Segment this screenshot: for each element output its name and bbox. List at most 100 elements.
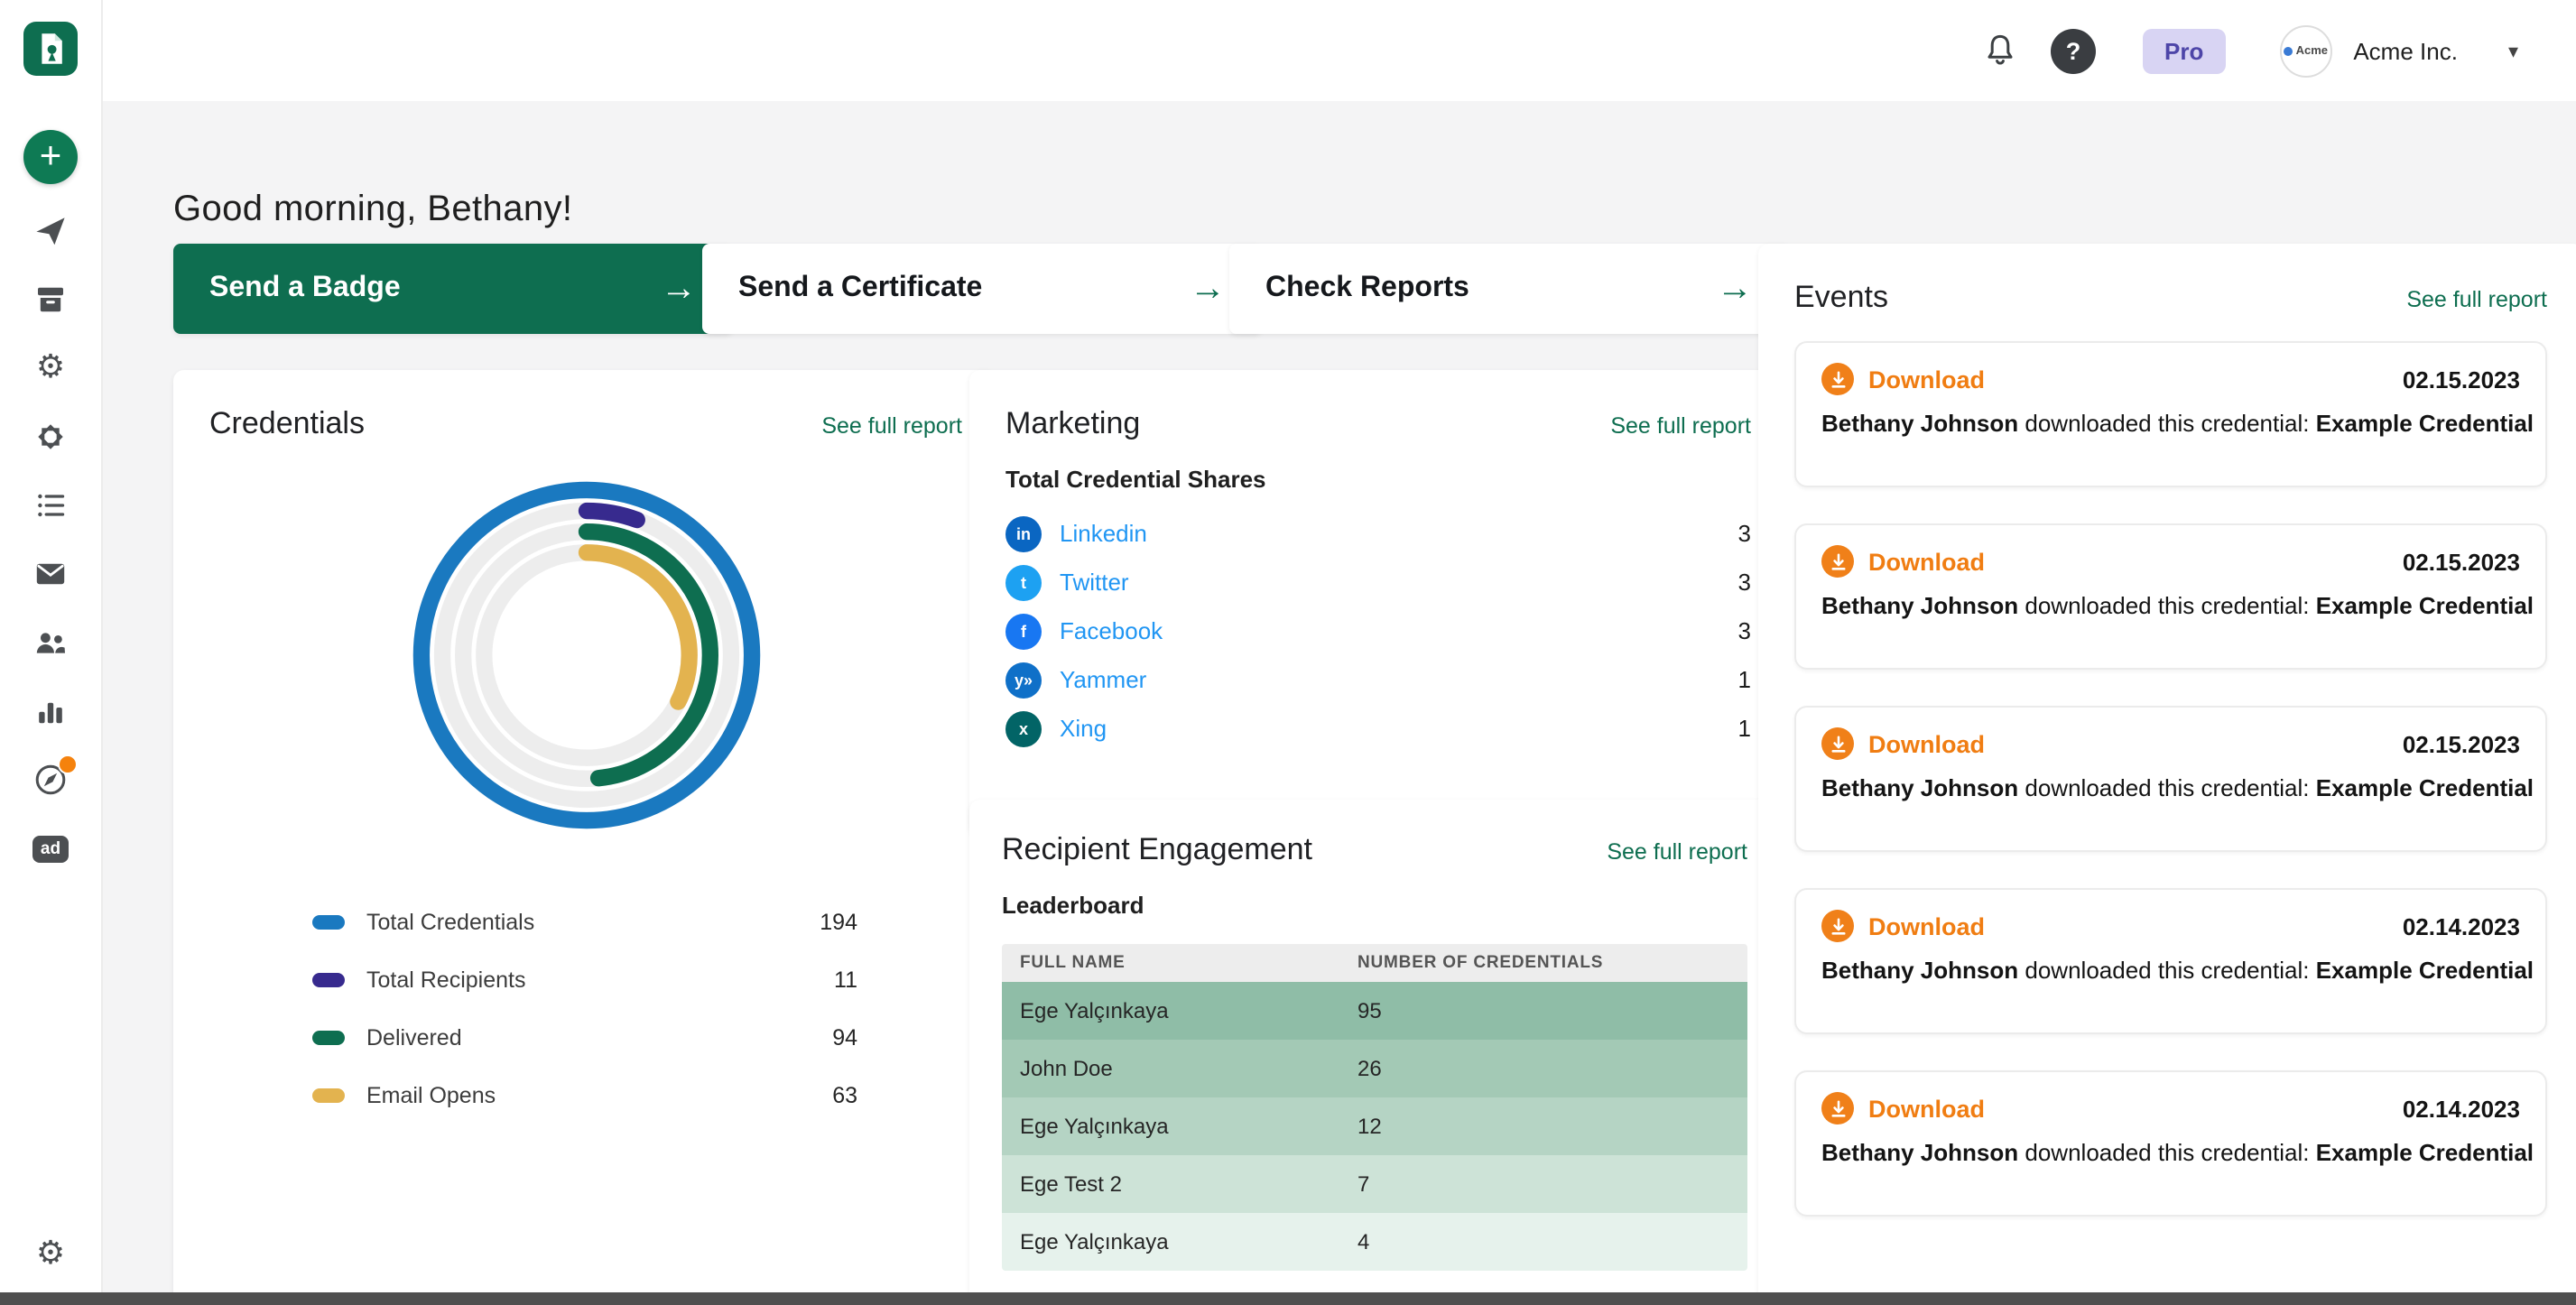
legend-item: Total Recipients 11: [312, 951, 857, 1009]
sidebar-item-delivery[interactable]: [29, 278, 72, 321]
event-date: 02.15.2023: [2403, 366, 2520, 393]
leaderboard-table: FULL NAME NUMBER OF CREDENTIALS Ege Yalç…: [1002, 944, 1747, 1271]
notifications-button[interactable]: [1982, 32, 2018, 69]
certificate-logo-icon: [29, 27, 72, 70]
share-count: 3: [1738, 569, 1751, 596]
legend-swatch-total-recipients: [312, 973, 345, 987]
legend-swatch-email-opens: [312, 1088, 345, 1103]
leaderboard-label: Leaderboard: [1002, 892, 1747, 919]
sidebar-item-send[interactable]: [29, 209, 72, 253]
credentials-card: Credentials See full report Total Creden…: [173, 370, 998, 1305]
legend-label: Total Recipients: [366, 967, 526, 993]
sidebar-item-integrations[interactable]: [29, 758, 72, 801]
people-icon: [32, 625, 69, 661]
sidebar-item-ads[interactable]: ad: [29, 827, 72, 870]
org-avatar[interactable]: Acme: [2279, 24, 2331, 77]
help-button[interactable]: ?: [2051, 28, 2096, 73]
main-content: Good morning, Bethany! Send a Badge → Se…: [101, 101, 2576, 1305]
xing-link[interactable]: Xing: [1060, 715, 1107, 742]
event-description: Bethany Johnson downloaded this credenti…: [1821, 1139, 2520, 1166]
pro-badge-button[interactable]: Pro: [2143, 28, 2225, 73]
check-reports-label: Check Reports: [1265, 273, 1469, 305]
facebook-icon: f: [1005, 613, 1042, 649]
legend-value: 194: [820, 910, 857, 935]
sidebar-item-designs[interactable]: ⚙: [29, 347, 72, 390]
event-actor: Bethany Johnson: [1821, 1139, 2018, 1166]
sidebar-item-analytics[interactable]: [29, 690, 72, 733]
download-link[interactable]: Download: [1868, 1095, 1985, 1122]
sidebar-item-details[interactable]: [29, 484, 72, 527]
send-certificate-button[interactable]: Send a Certificate →: [702, 244, 1262, 334]
send-badge-label: Send a Badge: [209, 273, 401, 305]
donut-chart-svg: [394, 464, 777, 847]
event-description: Bethany Johnson downloaded this credenti…: [1821, 774, 2520, 801]
event-date: 02.15.2023: [2403, 730, 2520, 757]
engagement-see-full-report-link[interactable]: See full report: [1607, 839, 1747, 865]
xing-icon: x: [1005, 710, 1042, 746]
app-logo-icon[interactable]: [23, 22, 78, 76]
row-name: Ege Yalçınkaya: [1020, 998, 1357, 1023]
facebook-link[interactable]: Facebook: [1060, 617, 1163, 644]
sidebar-item-settings[interactable]: ⚙: [29, 1233, 72, 1276]
acme-mini-logo: Acme: [2284, 44, 2328, 57]
sidebar: + ⚙: [0, 0, 103, 1305]
org-name[interactable]: Acme Inc.: [2353, 37, 2458, 64]
event-description: Bethany Johnson downloaded this credenti…: [1821, 410, 2520, 437]
row-count: 12: [1357, 1114, 1729, 1139]
marketing-see-full-report-link[interactable]: See full report: [1610, 413, 1751, 439]
recipient-engagement-card: Recipient Engagement See full report Lea…: [969, 800, 1780, 1305]
arrow-right-icon: →: [1717, 268, 1753, 310]
events-title: Events: [1794, 280, 1888, 316]
row-count: 95: [1357, 998, 1729, 1023]
chevron-down-icon[interactable]: ▾: [2508, 39, 2518, 62]
archive-box-icon: [32, 282, 69, 318]
event-description: Bethany Johnson downloaded this credenti…: [1821, 592, 2520, 619]
row-name: Ege Test 2: [1020, 1171, 1357, 1197]
event-credential: Example Credential: [2316, 957, 2534, 984]
event-text: downloaded this credential:: [2018, 957, 2316, 984]
share-count: 1: [1738, 666, 1751, 693]
column-header-number-of-credentials: NUMBER OF CREDENTIALS: [1357, 953, 1729, 973]
linkedin-link[interactable]: Linkedin: [1060, 520, 1147, 547]
send-icon: [32, 213, 69, 249]
legend-item: Total Credentials 194: [312, 893, 857, 951]
download-link[interactable]: Download: [1868, 366, 1985, 393]
send-badge-button[interactable]: Send a Badge →: [173, 244, 733, 334]
legend-label: Delivered: [366, 1025, 462, 1050]
download-icon: [1821, 727, 1854, 760]
events-see-full-report-link[interactable]: See full report: [2406, 287, 2547, 312]
event-actor: Bethany Johnson: [1821, 592, 2018, 619]
yammer-icon: y»: [1005, 662, 1042, 698]
table-row: Ege Yalçınkaya 4: [1002, 1213, 1747, 1271]
row-count: 26: [1357, 1056, 1729, 1081]
check-reports-button[interactable]: Check Reports →: [1229, 244, 1789, 334]
sidebar-item-mail[interactable]: [29, 552, 72, 596]
download-icon: [1821, 1092, 1854, 1125]
sidebar-item-recipients[interactable]: [29, 621, 72, 664]
yammer-link[interactable]: Yammer: [1060, 666, 1146, 693]
download-link[interactable]: Download: [1868, 730, 1985, 757]
legend-label: Email Opens: [366, 1083, 496, 1108]
download-link[interactable]: Download: [1868, 548, 1985, 575]
linkedin-icon: in: [1005, 515, 1042, 551]
legend-item: Email Opens 63: [312, 1067, 857, 1125]
download-icon: [1821, 910, 1854, 942]
credentials-see-full-report-link[interactable]: See full report: [821, 413, 962, 439]
event-date: 02.14.2023: [2403, 1095, 2520, 1122]
create-button[interactable]: +: [23, 130, 78, 184]
event-item: Download 02.15.2023 Bethany Johnson down…: [1794, 706, 2547, 852]
credentials-legend: Total Credentials 194 Total Recipients 1…: [209, 893, 962, 1125]
row-name: Ege Yalçınkaya: [1020, 1229, 1357, 1254]
share-list: in Linkedin 3 t Twitter 3 f Facebook 3 y…: [1005, 509, 1751, 753]
event-text: downloaded this credential:: [2018, 774, 2316, 801]
credentials-title: Credentials: [209, 406, 365, 442]
avatar-label: Acme: [2296, 44, 2328, 57]
twitter-icon: t: [1005, 564, 1042, 600]
sidebar-item-badges[interactable]: [29, 415, 72, 458]
twitter-link[interactable]: Twitter: [1060, 569, 1129, 596]
greeting-heading: Good morning, Bethany!: [173, 190, 572, 232]
download-link[interactable]: Download: [1868, 912, 1985, 939]
ads-icon: ad: [32, 835, 69, 862]
legend-item: Delivered 94: [312, 1009, 857, 1067]
event-text: downloaded this credential:: [2018, 410, 2316, 437]
